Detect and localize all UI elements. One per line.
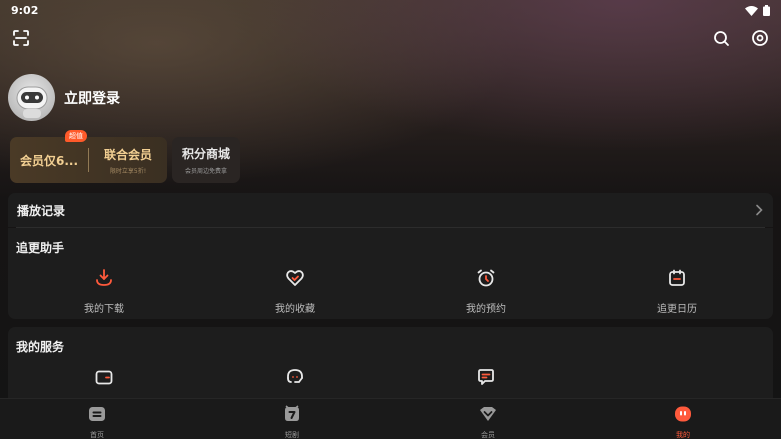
joint-vip-button[interactable]: 联合会员 限时立享5折! xyxy=(89,146,167,175)
settings-icon[interactable] xyxy=(749,27,771,49)
my-favorites-item[interactable]: 我的收藏 xyxy=(245,268,345,315)
play-history-title: 播放记录 xyxy=(17,203,66,218)
tab-home-label: 首页 xyxy=(90,431,104,439)
my-reservations-label: 我的预约 xyxy=(466,304,506,315)
tab-vip[interactable]: 会员 xyxy=(448,399,528,439)
wifi-icon xyxy=(745,1,758,20)
status-time: 9:02 xyxy=(11,3,39,17)
profile-login[interactable]: 立即登录 xyxy=(8,74,120,121)
vip-diamond-icon xyxy=(478,404,498,428)
home-tv-icon xyxy=(87,404,107,428)
status-icons xyxy=(745,1,770,20)
points-mall-subtitle: 会员周边免费拿 xyxy=(184,168,227,175)
mine-face-icon xyxy=(673,404,693,428)
my-favorites-label: 我的收藏 xyxy=(275,304,315,315)
customer-service-item[interactable] xyxy=(245,367,345,391)
play-history-row[interactable]: 播放记录 xyxy=(8,193,773,227)
feedback-message-icon xyxy=(476,367,496,391)
bottom-tab-bar: 首页 短剧 会员 我的 xyxy=(0,398,781,439)
vip-card[interactable]: 超值 会员仅6... 联合会员 限时立享5折! xyxy=(10,130,167,183)
chevron-right-icon xyxy=(755,201,763,220)
joint-vip-title: 联合会员 xyxy=(103,147,152,162)
my-downloads-item[interactable]: 我的下载 xyxy=(54,268,154,315)
wallet-icon xyxy=(94,367,114,391)
my-reservations-item[interactable]: 我的预约 xyxy=(436,268,536,315)
vip-offer-label[interactable]: 会员仅6... xyxy=(10,152,88,169)
scan-icon[interactable] xyxy=(10,27,32,49)
avatar[interactable] xyxy=(8,74,55,121)
tab-mine-label: 我的 xyxy=(676,431,690,439)
follow-assistant-title: 追更助手 xyxy=(16,241,65,255)
status-bar: 9:02 xyxy=(0,0,781,20)
robot-avatar-icon xyxy=(16,86,47,118)
wallet-item[interactable] xyxy=(54,367,154,391)
favorite-heart-icon xyxy=(285,268,305,292)
vip-badge: 超值 xyxy=(65,130,87,142)
points-mall-card[interactable]: 积分商城 会员周边免费拿 xyxy=(172,137,240,183)
calendar-icon xyxy=(667,268,687,292)
tab-mine[interactable]: 我的 xyxy=(643,399,723,439)
customer-service-icon xyxy=(285,367,305,391)
my-downloads-label: 我的下载 xyxy=(84,304,124,315)
follow-assistant-panel: 追更助手 我的下载 我的收藏 我的预约 追更日历 xyxy=(8,228,773,319)
battery-icon xyxy=(763,1,770,20)
update-calendar-label: 追更日历 xyxy=(657,304,697,315)
login-label[interactable]: 立即登录 xyxy=(64,88,120,108)
search-icon[interactable] xyxy=(710,27,732,49)
points-mall-title: 积分商城 xyxy=(181,147,230,161)
feedback-item[interactable] xyxy=(436,367,536,391)
alarm-clock-icon xyxy=(476,268,496,292)
tab-home[interactable]: 首页 xyxy=(57,399,137,439)
tab-short-drama-label: 短剧 xyxy=(285,431,299,439)
tab-short-drama[interactable]: 短剧 xyxy=(252,399,332,439)
tab-vip-label: 会员 xyxy=(481,431,495,439)
my-services-title: 我的服务 xyxy=(16,340,65,354)
joint-vip-subtitle: 限时立享5折! xyxy=(109,167,147,175)
update-calendar-item[interactable]: 追更日历 xyxy=(627,268,727,315)
short-drama-icon xyxy=(282,404,302,428)
download-icon xyxy=(94,268,114,292)
